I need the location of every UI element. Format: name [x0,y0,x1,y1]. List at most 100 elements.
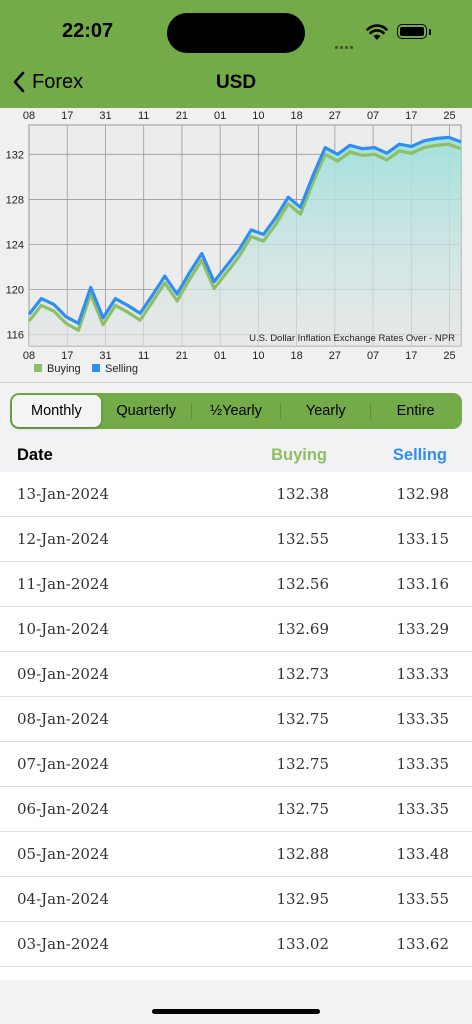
header-buying: Buying [271,446,327,464]
x-tick-label-bottom: 07 [367,350,379,362]
x-tick-label-top: 01 [214,110,226,122]
row-date: 05-Jan-2024 [17,845,110,863]
row-selling: 133.62 [396,935,450,953]
x-tick-label-top: 17 [405,110,417,122]
x-tick-label-top: 31 [99,110,111,122]
x-tick-label-bottom: 01 [214,350,226,362]
table-row[interactable]: 05-Jan-2024 132.88 133.48 [0,832,472,877]
chart-svg: 08 08 17 17 31 31 11 11 21 21 01 01 10 10 18 18 27 27 07 07… [6,110,462,375]
row-date: 09-Jan-2024 [17,665,110,683]
legend-swatch-buying [34,364,42,372]
row-date: 13-Jan-2024 [17,485,110,503]
x-tick-label-bottom: 25 [443,350,455,362]
row-buying: 132.55 [276,530,330,548]
x-tick-label-top: 10 [252,110,264,122]
y-tick-label: 116 [6,330,24,342]
row-buying: 132.69 [276,620,330,638]
battery-icon [397,24,427,39]
row-date: 03-Jan-2024 [17,935,110,953]
row-buying: 132.73 [276,665,330,683]
legend-label-buying: Buying [47,363,81,375]
row-selling: 133.35 [396,800,450,818]
legend-label-selling: Selling [105,363,138,375]
period-segmented-control[interactable]: Monthly Quarterly ½Yearly Yearly Entire [10,393,462,429]
x-tick-label-bottom: 11 [138,350,149,362]
table-row[interactable]: 07-Jan-2024 132.75 133.35 [0,742,472,787]
x-tick-label-top: 08 [23,110,35,122]
page-title: USD [215,72,257,93]
y-tick-label: 128 [6,194,24,206]
row-date: 11-Jan-2024 [17,575,110,593]
x-tick-label-top: 27 [329,110,341,122]
row-selling: 133.35 [396,710,450,728]
row-date: 08-Jan-2024 [17,710,110,728]
x-tick-label-bottom: 10 [252,350,264,362]
table-header: Date Buying Selling [0,438,472,473]
table-row[interactable]: 08-Jan-2024 132.75 133.35 [0,697,472,742]
home-indicator[interactable] [152,1009,320,1014]
legend-swatch-selling [92,364,100,372]
segment-yearly[interactable]: Yearly [281,395,370,427]
rates-table[interactable]: 13-Jan-2024 132.38 132.98 12-Jan-2024 132.55… [0,472,472,980]
row-date: 12-Jan-2024 [17,530,110,548]
row-date: 07-Jan-2024 [17,755,110,773]
row-selling: 133.35 [396,755,450,773]
row-selling: 133.15 [396,530,450,548]
row-buying: 132.95 [276,890,330,908]
y-tick-label: 124 [6,240,24,252]
chart-title: U.S. Dollar Inflation Exchange Rates Ove… [249,333,455,344]
segment-monthly[interactable]: Monthly [12,395,101,427]
row-selling: 133.29 [396,620,450,638]
table-row[interactable]: 11-Jan-2024 132.56 133.16 [0,562,472,607]
segment-entire[interactable]: Entire [371,395,460,427]
x-tick-label-bottom: 31 [99,350,111,362]
nav-header: 22:07 Forex USD [0,0,472,108]
row-selling: 133.48 [396,845,450,863]
row-selling: 133.55 [396,890,450,908]
segment-quarterly[interactable]: Quarterly [102,395,191,427]
y-tick-label: 132 [6,149,24,161]
table-row[interactable]: 02-Jan-2024132.89133.49 [0,967,472,980]
row-selling: 133.33 [396,665,450,683]
table-row[interactable]: 04-Jan-2024 132.95 133.55 [0,877,472,922]
x-tick-label-bottom: 27 [329,350,341,362]
table-row[interactable]: 09-Jan-2024 132.73 133.33 [0,652,472,697]
row-date: 10-Jan-2024 [17,620,110,638]
signal-icon [335,36,355,54]
y-tick-label: 120 [6,285,24,297]
table-row[interactable]: 06-Jan-2024 132.75 133.35 [0,787,472,832]
dynamic-island [167,13,305,53]
row-selling: 132.98 [396,485,450,503]
row-buying: 132.56 [276,575,330,593]
row-buying: 132.75 [276,710,330,728]
row-date: 04-Jan-2024 [17,890,110,908]
header-selling: Selling [392,446,447,464]
row-buying: 132.88 [276,845,330,863]
row-buying: 132.75 [276,755,330,773]
table-row[interactable]: 03-Jan-2024 133.02 133.62 [0,922,472,967]
x-tick-label-top: 11 [138,110,149,122]
x-tick-label-top: 25 [443,110,455,122]
table-row[interactable]: 12-Jan-2024 132.55 133.15 [0,517,472,562]
wifi-icon [366,24,388,40]
x-tick-label-top: 21 [176,110,188,122]
row-buying: 132.75 [276,800,330,818]
segment-half-yearly[interactable]: ½Yearly [192,395,281,427]
table-row[interactable]: 13-Jan-2024 132.38 132.98 [0,472,472,517]
row-buying: 133.02 [276,935,330,953]
row-buying: 132.38 [276,485,330,503]
x-tick-label-bottom: 18 [290,350,302,362]
x-tick-label-bottom: 08 [23,350,35,362]
status-time: 22:07 [62,20,114,42]
header-date: Date [17,446,53,464]
x-tick-label-top: 17 [61,110,73,122]
x-tick-label-bottom: 21 [176,350,188,362]
row-date: 06-Jan-2024 [17,800,110,818]
x-tick-label-bottom: 17 [61,350,73,362]
x-tick-label-top: 18 [290,110,302,122]
x-tick-label-top: 07 [367,110,379,122]
row-selling: 133.16 [396,575,450,593]
exchange-rate-chart: 08 08 17 17 31 31 11 11 21 21 01 01 10 10 18 18 27 27 07 07… [0,108,472,382]
table-row[interactable]: 10-Jan-2024 132.69 133.29 [0,607,472,652]
x-tick-label-bottom: 17 [405,350,417,362]
